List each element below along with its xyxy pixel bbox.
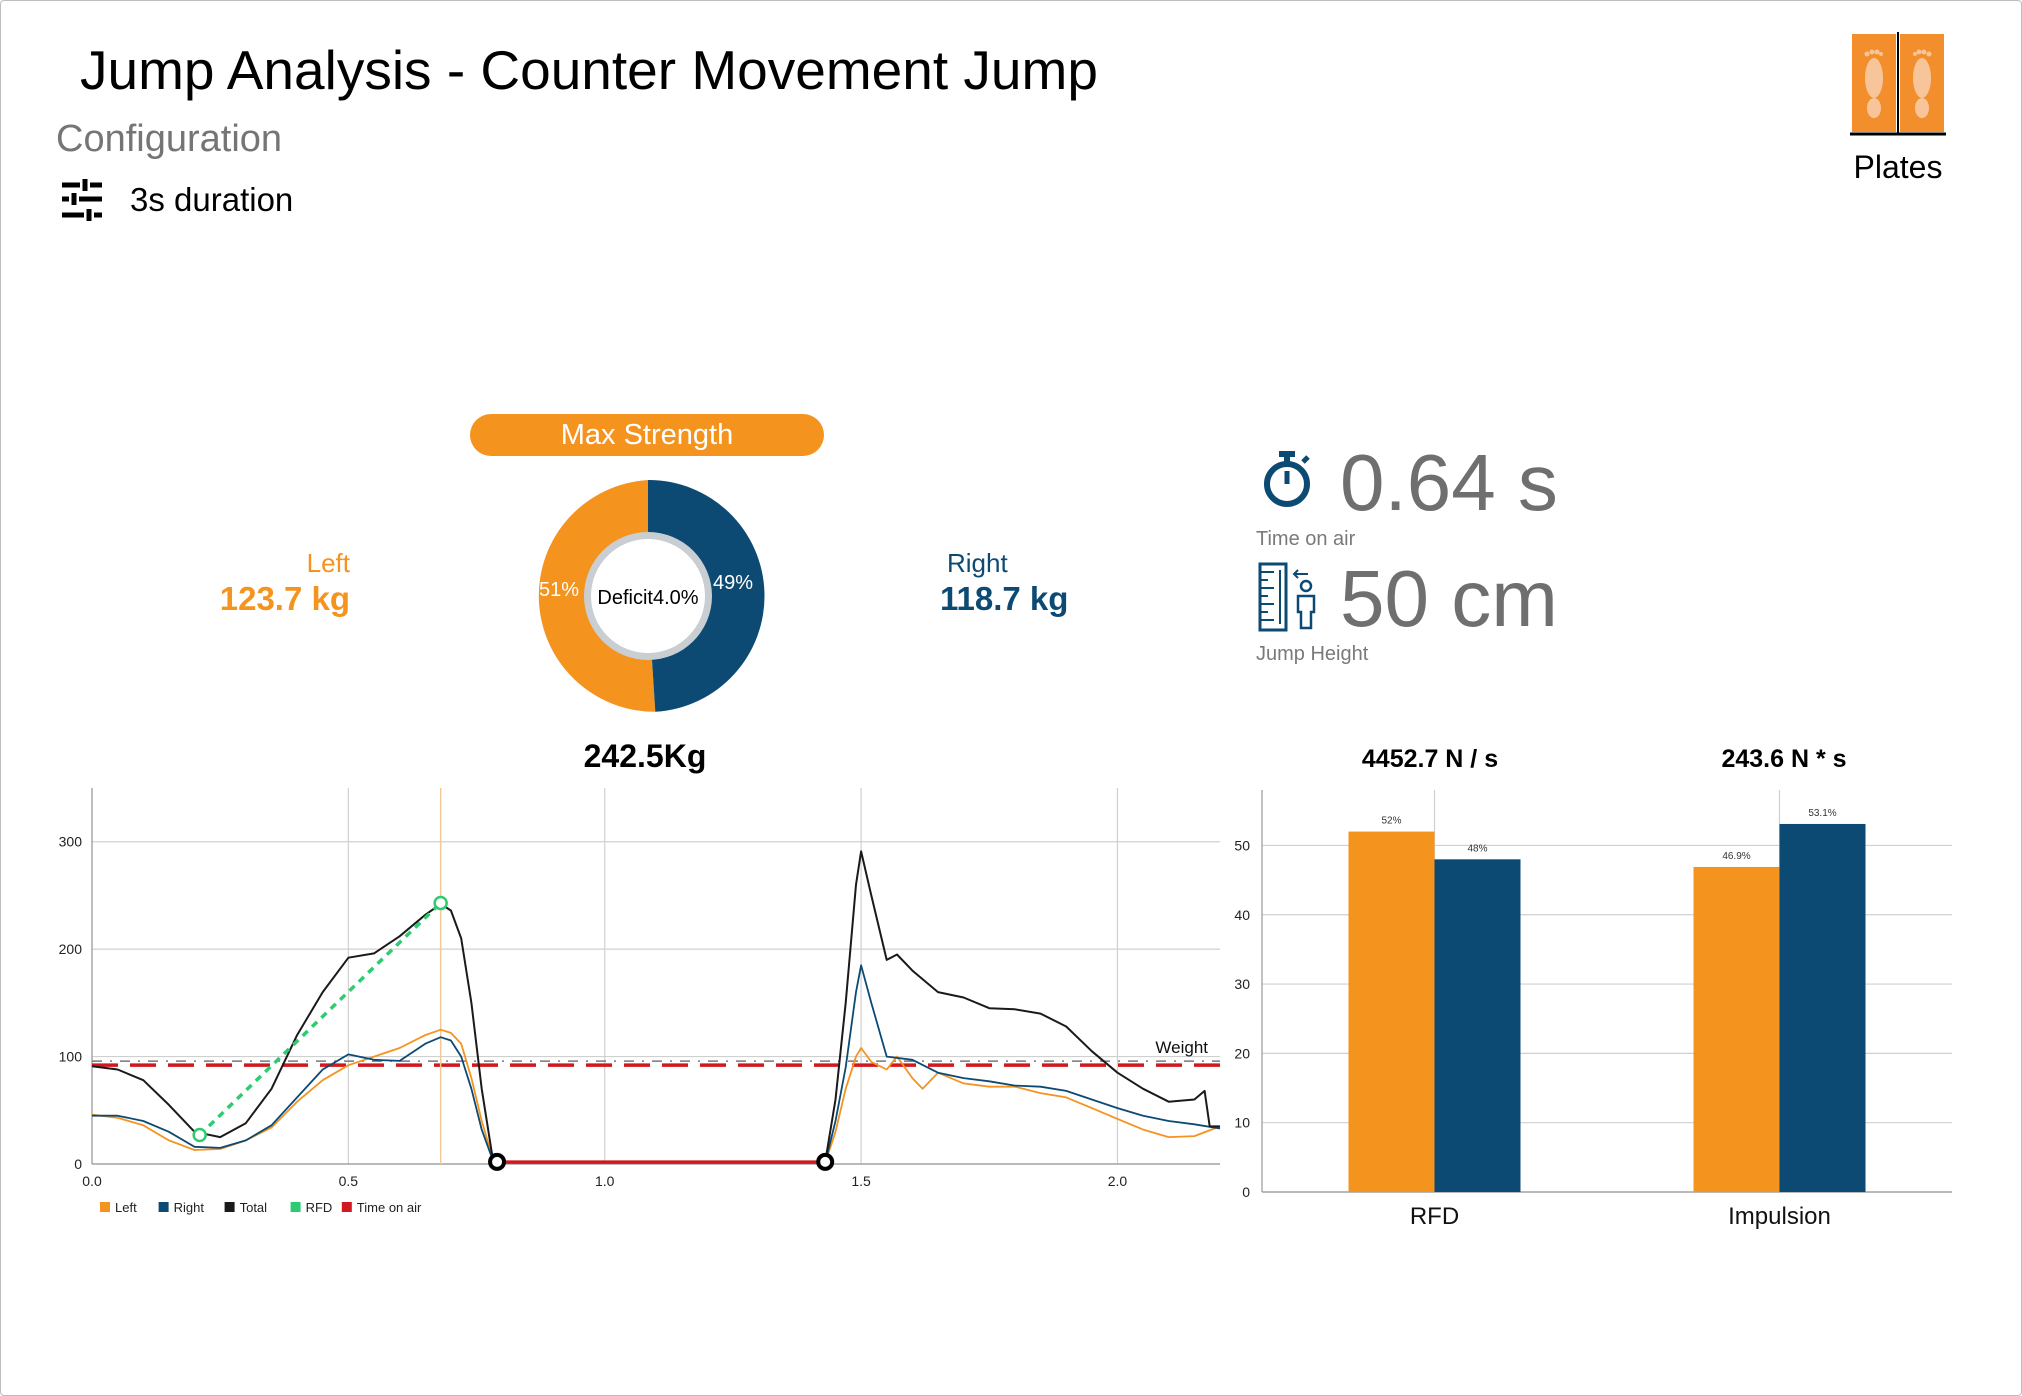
left-pct-label: 51% xyxy=(539,579,579,601)
time-on-air-label: Time on air xyxy=(1256,528,1356,550)
time-on-air-point xyxy=(816,1152,835,1171)
x-tick-label: 1.5 xyxy=(851,1173,871,1189)
duration-config-button[interactable]: 3s duration xyxy=(60,176,293,224)
bar-y-tick-label: 10 xyxy=(1234,1115,1250,1131)
force-curve-chart: 0 100 200 300 0.0 0.5 1.0 1.5 2.0 Weight Left Rig… xyxy=(59,788,1221,1215)
jump-height-label: Jump Height xyxy=(1256,643,1369,665)
height-ruler-icon xyxy=(1258,562,1316,632)
y-tick-label: 200 xyxy=(59,941,83,957)
bar-y-tick-label: 40 xyxy=(1234,907,1250,923)
bar-value-label: 53.1% xyxy=(1808,808,1836,819)
y-tick-label: 100 xyxy=(59,1049,83,1065)
legend-swatch xyxy=(341,1202,352,1212)
rfd-point xyxy=(433,895,448,911)
bar-right xyxy=(1779,823,1866,1192)
bar-y-tick-label: 30 xyxy=(1234,976,1250,992)
plates-button[interactable]: Plates xyxy=(1848,32,1948,186)
bar-category-label: RFD xyxy=(1410,1203,1459,1230)
right-value: 118.7 kg xyxy=(940,580,1069,617)
right-label: Right xyxy=(947,548,1008,578)
plates-icon xyxy=(1850,32,1946,136)
x-tick-label: 2.0 xyxy=(1108,1173,1128,1189)
balance-bar-chart: 0 10 20 30 40 50 RFD Impulsion 52% 48% 46.9% 53.1% xyxy=(1234,790,1952,1230)
bar-value-label: 52% xyxy=(1381,816,1401,827)
legend-swatch xyxy=(224,1202,235,1212)
impulsion-value-header: 243.6 N * s xyxy=(1721,745,1847,773)
bar-value-label: 48% xyxy=(1467,843,1487,854)
deficit-label: Deficit4.0% xyxy=(597,587,698,609)
x-tick-label: 1.0 xyxy=(595,1173,615,1189)
bar-y-tick-label: 0 xyxy=(1242,1184,1250,1200)
legend-label: Right xyxy=(174,1200,205,1215)
legend-swatch xyxy=(158,1202,169,1212)
stopwatch-icon xyxy=(1264,451,1310,507)
legend-label: Total xyxy=(240,1200,268,1215)
y-tick-label: 0 xyxy=(74,1156,82,1172)
bar-y-tick-label: 20 xyxy=(1234,1045,1250,1061)
max-strength-pill: Max Strength xyxy=(470,414,824,456)
page-title: Jump Analysis - Counter Movement Jump xyxy=(80,39,1098,101)
configuration-label: Configuration xyxy=(56,118,283,160)
right-pct-label: 49% xyxy=(713,572,753,594)
x-tick-label: 0.0 xyxy=(82,1173,102,1189)
bar-left xyxy=(1348,831,1435,1192)
y-tick-label: 300 xyxy=(59,834,83,850)
bar-y-tick-label: 50 xyxy=(1234,837,1250,853)
left-value: 123.7 kg xyxy=(219,580,350,617)
time-on-air-value: 0.64 s xyxy=(1340,438,1558,527)
strength-donut: 51% 49% Deficit4.0% xyxy=(538,479,765,712)
legend-swatch xyxy=(100,1202,110,1212)
left-series-line xyxy=(91,1028,1221,1164)
x-tick-label: 0.5 xyxy=(339,1173,359,1189)
jump-height-value: 50 cm xyxy=(1340,554,1558,643)
weight-line-label: Weight xyxy=(1155,1038,1208,1057)
plates-label: Plates xyxy=(1853,149,1943,185)
bar-right xyxy=(1434,859,1521,1192)
rfd-point xyxy=(192,1127,207,1143)
bar-left xyxy=(1693,866,1780,1192)
legend-swatch xyxy=(290,1202,301,1212)
total-strength: 242.5Kg xyxy=(583,738,707,774)
duration-label: 3s duration xyxy=(130,181,294,218)
bar-value-label: 46.9% xyxy=(1722,851,1750,862)
sliders-icon xyxy=(62,179,102,221)
left-label: Left xyxy=(306,548,350,578)
legend-label: RFD xyxy=(306,1200,333,1215)
legend-label: Left xyxy=(115,1200,137,1215)
time-on-air-point xyxy=(488,1152,507,1171)
bar-category-label: Impulsion xyxy=(1728,1203,1831,1230)
legend-label: Time on air xyxy=(357,1200,422,1215)
total-series-line xyxy=(91,850,1220,1163)
rfd-value-header: 4452.7 N / s xyxy=(1361,745,1499,773)
rfd-line xyxy=(198,901,442,1137)
